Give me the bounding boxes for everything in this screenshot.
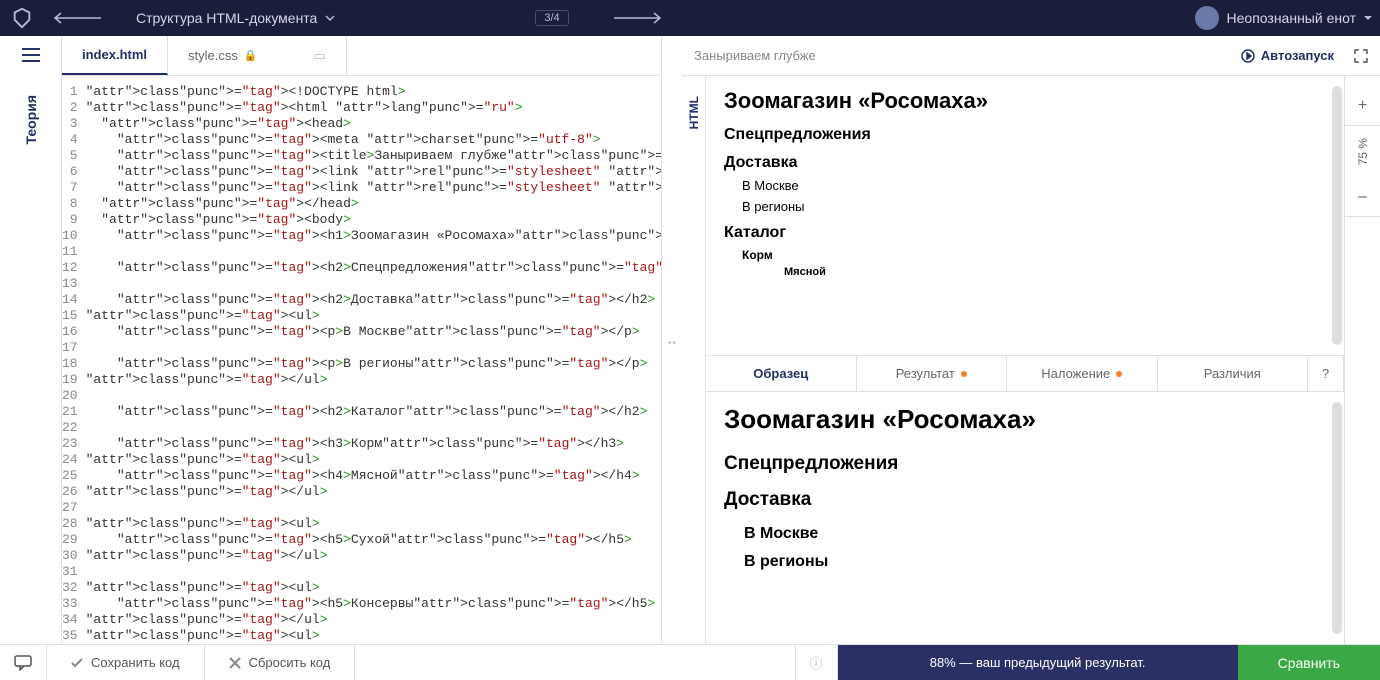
preview-h4: Мясной	[784, 266, 1326, 278]
topbar: Структура HTML-документа 3/4 Неопознанны…	[0, 0, 1380, 36]
preview-text: В регионы	[742, 199, 1326, 214]
bottom-bar: Сохранить код Сбросить код ⓘ 88% — ваш п…	[0, 644, 1380, 680]
html-label: HTML	[687, 96, 701, 129]
editor-tabs: index.html style.css 🔒 ▭	[62, 36, 661, 76]
menu-button[interactable]	[22, 48, 40, 65]
save-code-button[interactable]: Сохранить код	[47, 645, 205, 680]
dot-icon	[961, 371, 967, 377]
page-counter: 3/4	[535, 10, 568, 26]
zoom-out-button[interactable]: –	[1345, 177, 1380, 217]
autorun-button[interactable]: Автозапуск	[1241, 48, 1334, 63]
code-editor[interactable]: 1234567891011121314151617181920212223242…	[62, 76, 661, 644]
preview-title: Заныриваем глубже	[694, 48, 1221, 63]
left-rail: Теория	[0, 36, 62, 644]
logo-icon	[8, 4, 36, 32]
zoom-rail: + 75 % –	[1344, 76, 1380, 644]
compare-button[interactable]: Сравнить	[1238, 645, 1380, 680]
sample-h3: В Москве	[744, 525, 1326, 543]
avatar	[1195, 6, 1219, 30]
check-icon	[71, 657, 83, 669]
close-icon	[229, 657, 241, 669]
preview-h2: Каталог	[724, 224, 1326, 242]
preview-column: Заныриваем глубже Автозапуск HTML Зоомаг…	[682, 36, 1380, 644]
breadcrumb-label: Структура HTML-документа	[136, 10, 317, 26]
prev-arrow-button[interactable]	[46, 7, 106, 29]
user-menu[interactable]: Неопознанный енот	[1195, 6, 1372, 30]
sample-h1: Зоомагазин «Росомаха»	[724, 404, 1326, 435]
chevron-down-icon	[325, 13, 335, 23]
result-text: 88% — ваш предыдущий результат.	[930, 655, 1146, 670]
preview-h2: Доставка	[724, 154, 1326, 172]
theory-tab[interactable]: Теория	[23, 95, 39, 145]
zoom-level: 75 %	[1356, 138, 1370, 165]
preview-h1: Зоомагазин «Росомаха»	[724, 88, 1326, 114]
preview-result-pane: Зоомагазин «Росомаха» Спецпредложения До…	[706, 76, 1344, 356]
column-splitter[interactable]: ↔	[662, 36, 682, 644]
preview-sample-pane: Зоомагазин «Росомаха» Спецпредложения До…	[706, 392, 1344, 644]
chat-icon	[14, 655, 32, 671]
sample-h2: Спецпредложения	[724, 453, 1326, 475]
chat-button[interactable]	[0, 645, 47, 680]
play-icon	[1241, 49, 1255, 63]
tab-help[interactable]: ?	[1308, 356, 1344, 391]
scrollbar[interactable]	[1332, 86, 1342, 345]
line-gutter: 1234567891011121314151617181920212223242…	[62, 76, 86, 644]
lock-icon: 🔒	[244, 49, 258, 62]
sample-h2: Доставка	[724, 489, 1326, 511]
tab-diff[interactable]: Различия	[1158, 356, 1309, 391]
preview-header: Заныриваем глубже Автозапуск	[682, 36, 1380, 76]
fullscreen-icon[interactable]	[1354, 49, 1368, 63]
html-rail: HTML	[682, 76, 706, 644]
tab-overlay[interactable]: Наложение	[1007, 356, 1158, 391]
reset-code-button[interactable]: Сбросить код	[205, 645, 356, 680]
compare-tabs: Образец Результат Наложение Различия ?	[706, 356, 1344, 392]
caret-down-icon	[1364, 14, 1372, 22]
next-arrow-button[interactable]	[609, 7, 669, 29]
tab-sample[interactable]: Образец	[706, 356, 857, 391]
breadcrumb[interactable]: Структура HTML-документа	[136, 10, 335, 26]
result-bar: 88% — ваш предыдущий результат.	[838, 645, 1238, 680]
zoom-in-button[interactable]: +	[1345, 86, 1380, 126]
tab-style-css[interactable]: style.css 🔒 ▭	[168, 36, 347, 75]
preview-h3: Корм	[742, 248, 1326, 262]
preview-h2: Спецпредложения	[724, 126, 1326, 144]
info-button[interactable]: ⓘ	[795, 645, 838, 680]
tab-result[interactable]: Результат	[857, 356, 1008, 391]
tab-index-html[interactable]: index.html	[62, 36, 168, 75]
code-content[interactable]: "attr">class"punc">="tag"><!DOCTYPE html…	[86, 76, 661, 644]
document-icon: ▭	[314, 48, 326, 64]
dot-icon	[1116, 371, 1122, 377]
sample-h3: В регионы	[744, 553, 1326, 571]
preview-text: В Москве	[742, 178, 1326, 193]
scrollbar[interactable]	[1332, 402, 1342, 634]
user-name: Неопознанный енот	[1227, 10, 1356, 26]
editor-column: index.html style.css 🔒 ▭ 123456789101112…	[62, 36, 662, 644]
